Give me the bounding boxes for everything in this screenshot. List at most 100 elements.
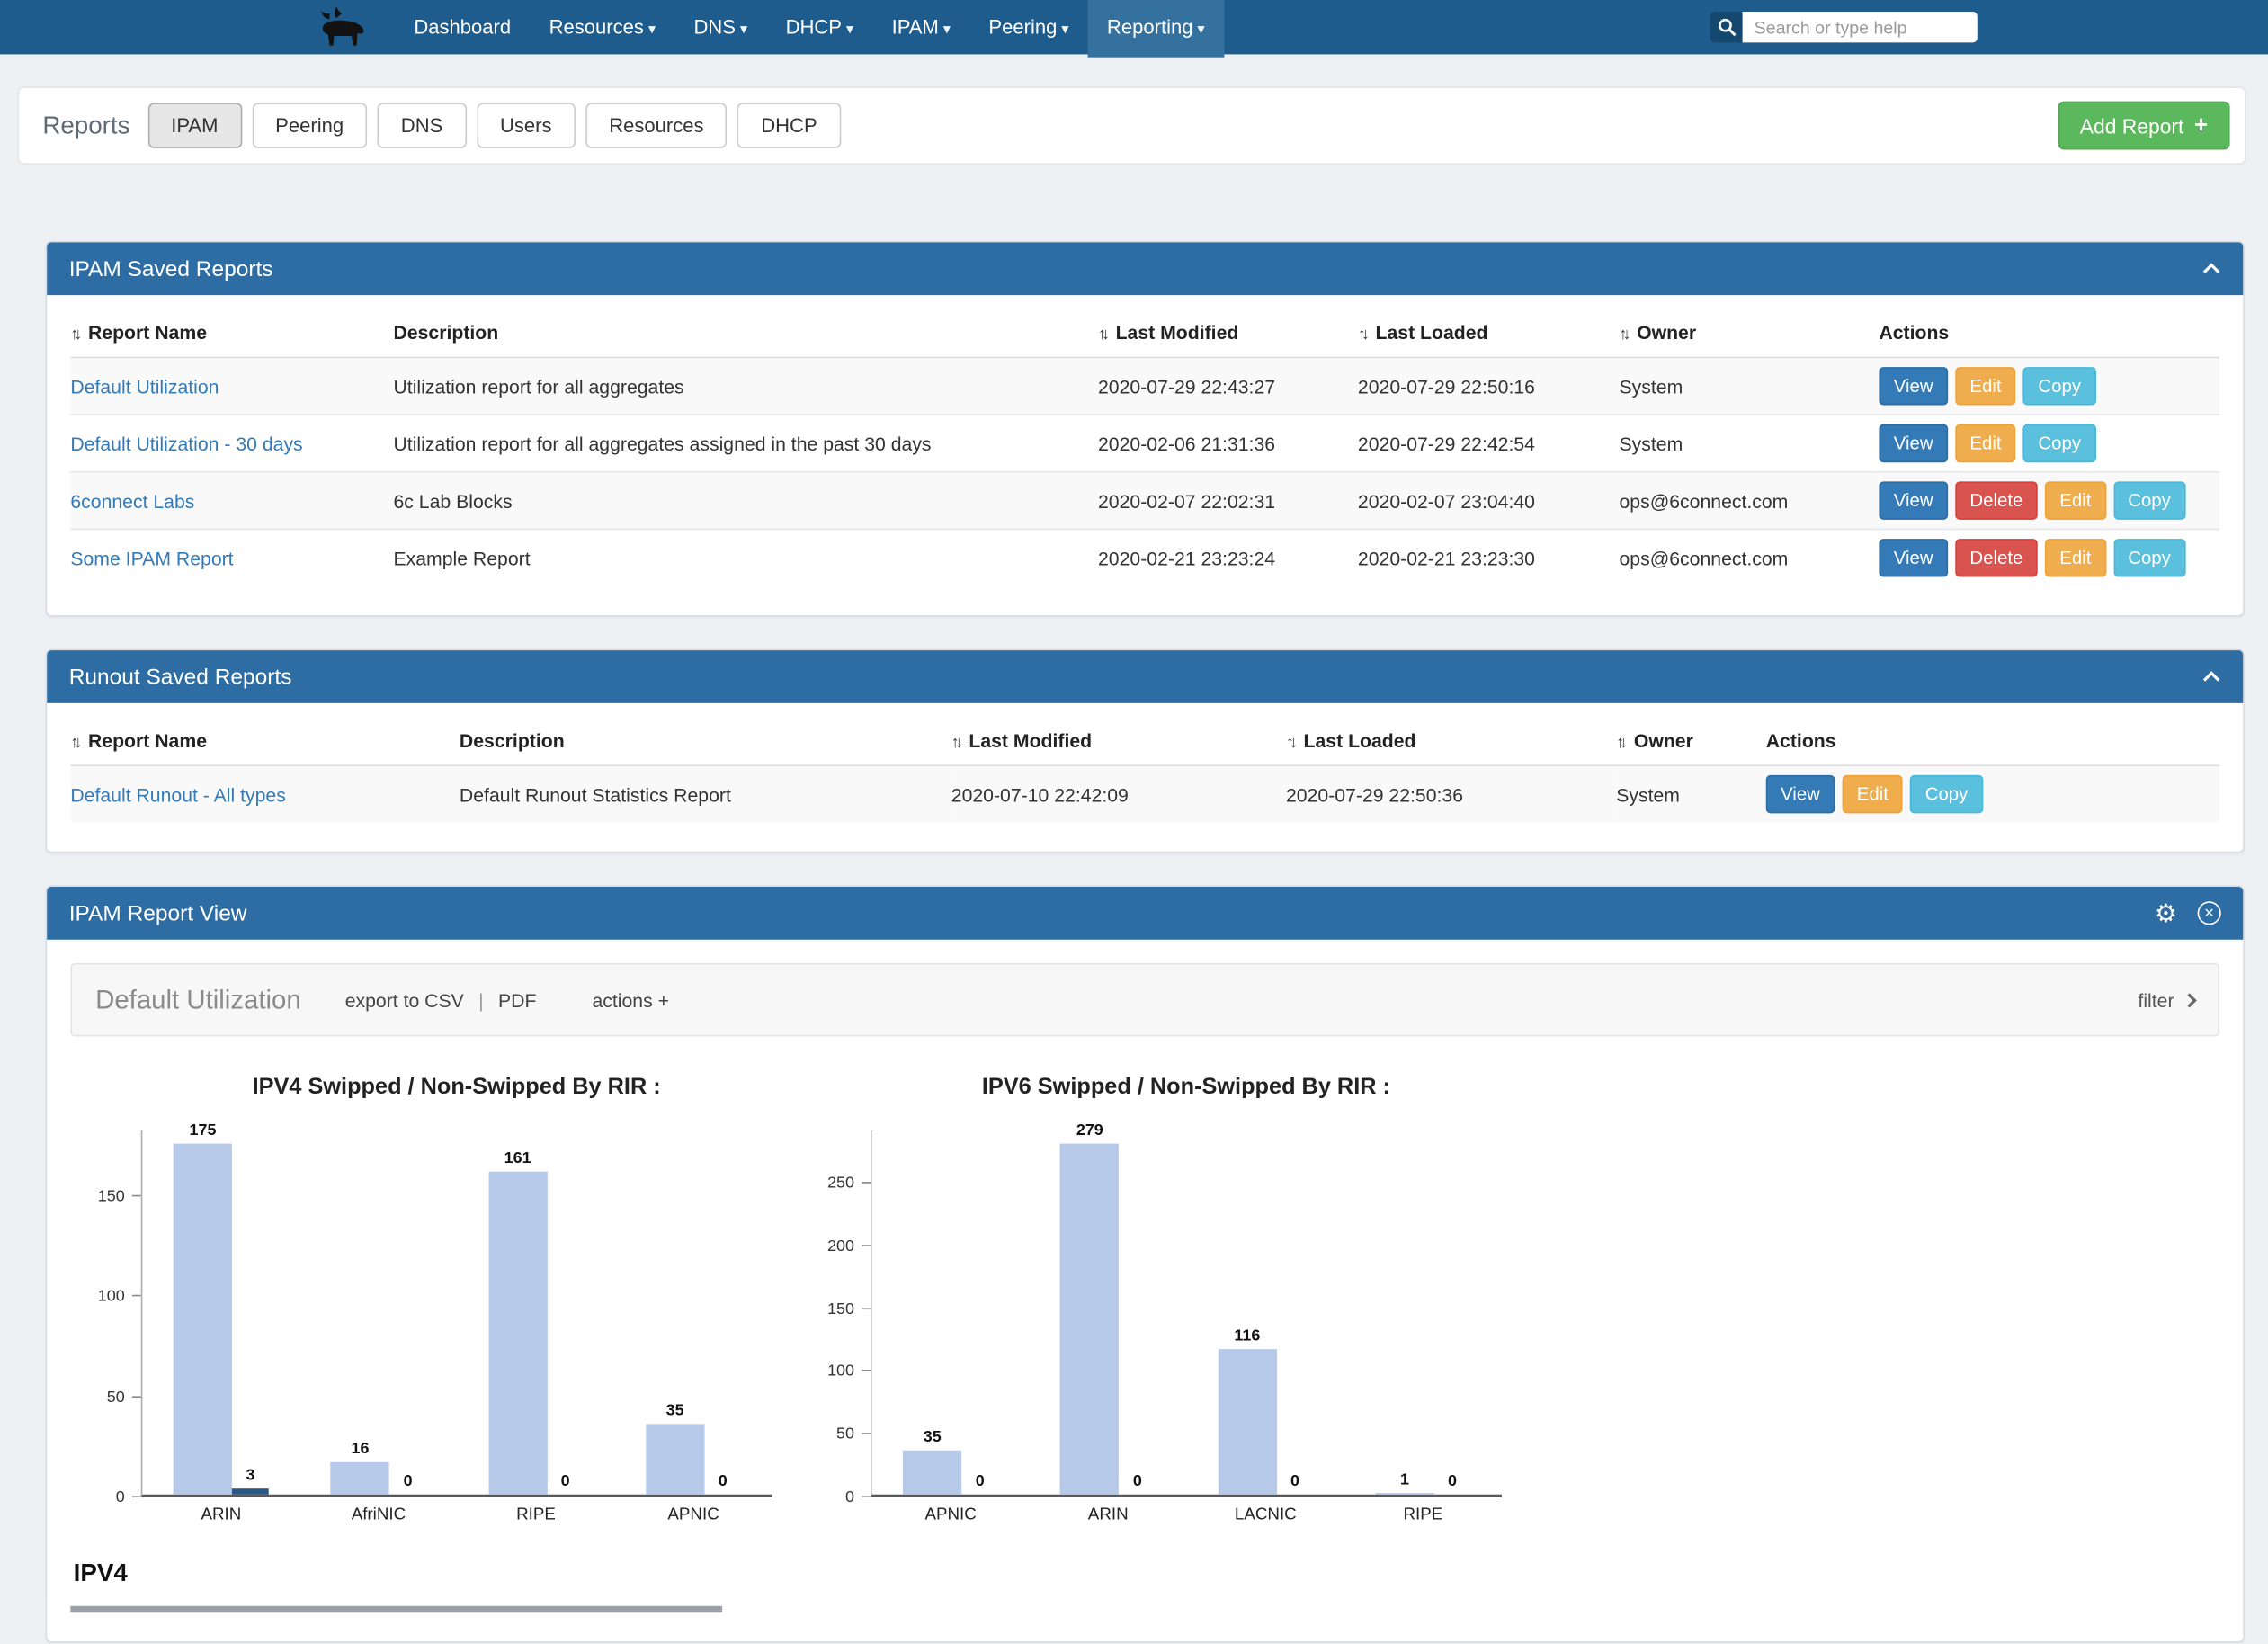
delete-button[interactable]: Delete xyxy=(1955,481,2038,519)
column-header-last-loaded[interactable]: ↑↓Last Loaded xyxy=(1358,307,1620,357)
owner-cell: ops@6connect.com xyxy=(1619,529,1879,585)
tab-dhcp[interactable]: DHCP xyxy=(737,103,841,148)
filter-toggle[interactable]: filter xyxy=(2138,988,2194,1010)
nav-item-label: IPAM xyxy=(892,16,939,38)
report-name-cell: Default Runout - All types xyxy=(70,765,460,822)
gear-icon[interactable]: ⚙ xyxy=(2155,900,2177,925)
nav-item-label: Resources xyxy=(549,16,644,38)
report-name-link[interactable]: Default Utilization xyxy=(70,375,219,397)
ipam-saved-reports-header: IPAM Saved Reports xyxy=(47,242,2243,295)
copy-button[interactable]: Copy xyxy=(2023,424,2095,462)
edit-button[interactable]: Edit xyxy=(1955,367,2016,405)
chevron-down-icon: ▾ xyxy=(648,22,656,38)
report-name-link[interactable]: 6connect Labs xyxy=(70,489,194,511)
column-header-last-loaded[interactable]: ↑↓Last Loaded xyxy=(1286,715,1616,765)
column-header-last-modified[interactable]: ↑↓Last Modified xyxy=(951,715,1286,765)
add-report-button[interactable]: Add Report + xyxy=(2058,102,2229,150)
report-name-link[interactable]: Default Runout - All types xyxy=(70,783,285,805)
moose-logo[interactable] xyxy=(316,0,366,54)
report-name-link[interactable]: Default Utilization - 30 days xyxy=(70,433,302,454)
loaded-cell: 2020-07-29 22:50:16 xyxy=(1358,357,1620,415)
bar-value-label: 279 xyxy=(1076,1121,1103,1139)
close-icon[interactable]: ✕ xyxy=(2198,901,2221,925)
filter-label: filter xyxy=(2138,988,2174,1010)
nav-item-label: Dashboard xyxy=(414,16,511,38)
column-header-owner[interactable]: ↑↓Owner xyxy=(1619,307,1879,357)
report-name-cell: Default Utilization - 30 days xyxy=(70,415,393,472)
copy-button[interactable]: Copy xyxy=(1910,775,1982,813)
export-csv-link[interactable]: export to CSV xyxy=(345,988,464,1010)
report-name: Default Utilization xyxy=(95,984,301,1014)
y-tick-mark xyxy=(862,1434,871,1435)
copy-button[interactable]: Copy xyxy=(2113,481,2185,519)
edit-button[interactable]: Edit xyxy=(1955,424,2016,462)
swipped-bar: 161 xyxy=(488,1172,547,1495)
pdf-link[interactable]: PDF xyxy=(498,988,536,1010)
table-header-row: ↑↓Report NameDescription↑↓Last Modified↑… xyxy=(70,715,2219,765)
loaded-cell: 2020-02-07 23:04:40 xyxy=(1358,472,1620,530)
view-button[interactable]: View xyxy=(1879,539,1948,576)
y-tick-mark xyxy=(862,1245,871,1246)
search-input[interactable] xyxy=(1743,12,1978,42)
column-header-last-modified[interactable]: ↑↓Last Modified xyxy=(1098,307,1358,357)
nav-item-resources[interactable]: Resources▾ xyxy=(530,0,674,58)
view-button[interactable]: View xyxy=(1766,775,1835,813)
collapse-chevron-icon[interactable] xyxy=(2202,671,2221,683)
bar-value-label: 0 xyxy=(976,1472,985,1490)
y-tick-mark xyxy=(132,1195,141,1197)
ipv4-swip-chart: IPV4 Swipped / Non-Swipped By RIR :05010… xyxy=(70,1075,772,1497)
nav-item-dashboard[interactable]: Dashboard xyxy=(395,0,530,54)
nav-item-dhcp[interactable]: DHCP▾ xyxy=(766,0,872,58)
bar-pair: 1160 xyxy=(1218,1349,1313,1495)
sort-icon: ↑↓ xyxy=(1098,326,1105,344)
column-header-owner[interactable]: ↑↓Owner xyxy=(1616,715,1766,765)
column-header-report-name[interactable]: ↑↓Report Name xyxy=(70,715,460,765)
y-tick-label: 100 xyxy=(98,1288,125,1306)
view-button[interactable]: View xyxy=(1879,481,1948,519)
tab-ipam[interactable]: IPAM xyxy=(147,103,241,148)
bar-value-label: 116 xyxy=(1234,1327,1260,1345)
loaded-cell: 2020-07-29 22:50:36 xyxy=(1286,765,1616,822)
chevron-down-icon: ▾ xyxy=(1061,22,1068,38)
y-axis: 050100150 xyxy=(70,1130,140,1497)
tab-peering[interactable]: Peering xyxy=(252,103,367,148)
delete-button[interactable]: Delete xyxy=(1955,539,2038,576)
sort-icon: ↑↓ xyxy=(951,734,959,752)
column-header-report-name[interactable]: ↑↓Report Name xyxy=(70,307,393,357)
add-report-label: Add Report xyxy=(2080,114,2184,138)
actions-menu[interactable]: actions + xyxy=(592,988,669,1010)
runout-table: ↑↓Report NameDescription↑↓Last Modified↑… xyxy=(70,715,2219,822)
y-tick-mark xyxy=(132,1396,141,1398)
category-label: APNIC xyxy=(924,1506,976,1524)
tab-dns[interactable]: DNS xyxy=(378,103,467,148)
chevron-right-icon xyxy=(2183,993,2197,1007)
view-button[interactable]: View xyxy=(1879,424,1948,462)
nav-item-label: Peering xyxy=(988,16,1057,38)
edit-button[interactable]: Edit xyxy=(2045,539,2106,576)
nav-item-peering[interactable]: Peering▾ xyxy=(969,0,1088,58)
bar-value-label: 3 xyxy=(246,1467,255,1485)
edit-button[interactable]: Edit xyxy=(1842,775,1903,813)
bar-group-lacnic: 1160LACNIC xyxy=(1187,1130,1344,1495)
report-name-link[interactable]: Some IPAM Report xyxy=(70,547,233,568)
moose-logo-icon xyxy=(316,5,366,49)
table-header-row: ↑↓Report NameDescription↑↓Last Modified↑… xyxy=(70,307,2219,357)
sort-icon: ↑↓ xyxy=(70,326,77,344)
copy-button[interactable]: Copy xyxy=(2023,367,2095,405)
tab-resources[interactable]: Resources xyxy=(585,103,728,148)
nav-item-dns[interactable]: DNS▾ xyxy=(674,0,766,58)
tab-users[interactable]: Users xyxy=(477,103,576,148)
table-row: Default UtilizationUtilization report fo… xyxy=(70,357,2219,415)
column-label: Owner xyxy=(1634,729,1693,751)
view-button[interactable]: View xyxy=(1879,367,1948,405)
table-row: Default Runout - All typesDefault Runout… xyxy=(70,765,2219,822)
edit-button[interactable]: Edit xyxy=(2045,481,2106,519)
copy-button[interactable]: Copy xyxy=(2113,539,2185,576)
collapse-chevron-icon[interactable] xyxy=(2202,263,2221,274)
nav-item-ipam[interactable]: IPAM▾ xyxy=(872,0,969,58)
ipam-report-view-header: IPAM Report View ⚙ ✕ xyxy=(47,887,2243,940)
report-name-cell: Default Utilization xyxy=(70,357,393,415)
search-icon[interactable] xyxy=(1710,12,1743,42)
chart-plot: 350APNIC2790ARIN1160LACNIC10RIPE xyxy=(871,1130,1502,1497)
nav-item-reporting[interactable]: Reporting▾ xyxy=(1088,0,1224,58)
